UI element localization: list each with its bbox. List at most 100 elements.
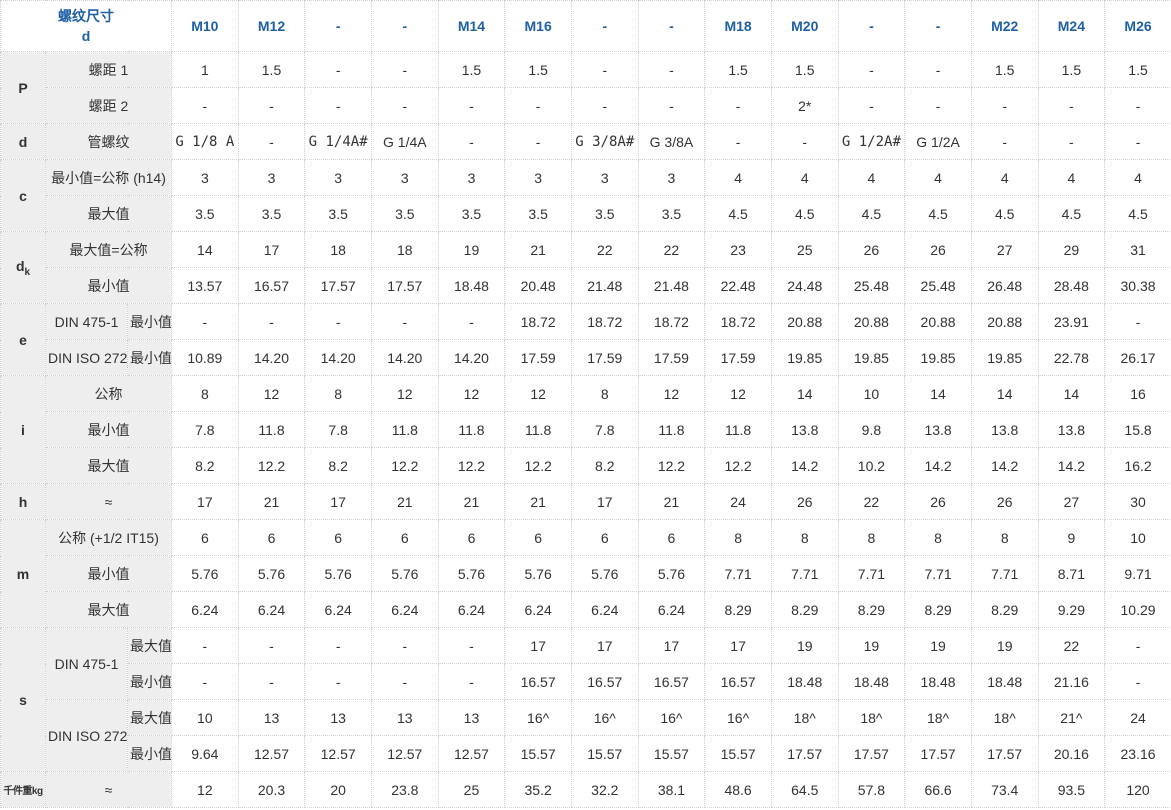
size-column-header: M22 (970, 0, 1039, 52)
table-cell: 12.2 (637, 447, 706, 484)
table-cell: 21 (237, 483, 306, 520)
table-cell: 18.48 (437, 267, 506, 304)
table-row: 最大值 8.2 12.2 8.2 12.2 12.2 12.2 8.2 12.2 12.2 14.… (1, 447, 1171, 484)
table-cell: 19 (437, 231, 506, 268)
table-row: h ≈ 17 21 17 21 21 21 17 21 24 26 22 26 26 27 30 (0, 483, 1171, 520)
table-cell: 22.48 (704, 267, 772, 304)
table-cell: 30.38 (1104, 267, 1171, 304)
table-cell: 6 (637, 519, 706, 556)
table-cell: 15.57 (704, 735, 772, 772)
size-column-header: M26 (1104, 0, 1171, 52)
table-cell: 1.5 (504, 51, 572, 88)
table-cell: - (570, 51, 639, 88)
table-cell: 11.8 (637, 411, 706, 448)
table-cell: 29 (1037, 231, 1106, 268)
table-cell: 18.72 (637, 303, 706, 340)
table-cell: - (171, 663, 239, 700)
corner-header: 螺纹尺寸 d (0, 0, 173, 52)
table-cell: 6 (171, 519, 239, 556)
table-cell: 17.57 (770, 735, 839, 772)
table-cell: 26 (837, 231, 906, 268)
table-cell: 17 (237, 231, 306, 268)
table-row: i 公称 8 12 8 12 12 12 8 12 12 14 10 14 14 14 16 (0, 375, 1171, 484)
table-cell: 15.57 (504, 735, 572, 772)
table-cell: - (770, 123, 839, 160)
table-cell: 20.88 (837, 303, 906, 340)
table-cell: 6.24 (304, 591, 372, 628)
row-label-h-approx: ≈ (44, 483, 173, 520)
table-cell: 19 (904, 627, 972, 664)
table-cell: 66.6 (904, 771, 972, 808)
table-cell: 14.20 (237, 339, 306, 376)
table-cell: 4.5 (1104, 195, 1171, 232)
table-cell: 24.48 (770, 267, 839, 304)
table-cell: 22.78 (1037, 339, 1106, 376)
table-cell: - (704, 87, 772, 124)
table-cell: 93.5 (1037, 771, 1106, 808)
table-cell: - (370, 87, 439, 124)
table-cell: 11.8 (704, 411, 772, 448)
row-label-e-diniso-min: 最小值 (126, 339, 173, 376)
table-cell: G 3/8A# (570, 123, 639, 160)
table-cell: - (1104, 123, 1171, 160)
table-cell: 4 (770, 159, 839, 196)
table-row: m 公称 (+1/2 IT15) 6 6 6 6 6 6 6 6 8 8 8 8 8 9 10 (0, 519, 1171, 628)
table-row: e DIN 475-1 最小值 - - - - -18.72 18.72 18.72 18.7… (0, 303, 1171, 376)
table-cell: 22 (637, 231, 706, 268)
table-cell: 17 (637, 627, 706, 664)
table-cell: 7.8 (570, 411, 639, 448)
table-cell: 22 (570, 231, 639, 268)
table-cell: 25.48 (837, 267, 906, 304)
table-cell: 7.8 (304, 411, 372, 448)
table-cell: 19.85 (904, 339, 972, 376)
table-cell: - (370, 663, 439, 700)
table-cell: 17.59 (504, 339, 572, 376)
table-cell: 13.57 (171, 267, 239, 304)
table-cell: 19.85 (770, 339, 839, 376)
table-cell: 14.2 (770, 447, 839, 484)
table-cell: 8 (837, 519, 906, 556)
row-label-pitch-1: 螺距 1 (44, 51, 173, 88)
table-cell: 38.1 (637, 771, 706, 808)
row-label-i-max: 最大值 (44, 447, 173, 484)
table-cell: - (171, 87, 239, 124)
table-row: 最小值 - - - - -16.57 16.57 16.57 16.57 18.48 18.48 1… (1, 663, 1171, 700)
table-cell: 3 (370, 159, 439, 196)
table-cell: 19 (837, 627, 906, 664)
size-column-header: - (370, 0, 439, 52)
table-cell: 22 (837, 483, 906, 520)
table-cell: G 1/4A# (304, 123, 372, 160)
table-cell: 23.16 (1104, 735, 1171, 772)
table-cell: - (171, 303, 239, 340)
table-cell: 12.2 (504, 447, 572, 484)
table-cell: 13.8 (904, 411, 972, 448)
table-cell: 12.57 (437, 735, 506, 772)
table-row: DIN ISO 272 最小值 10.89 14.20 14.20 14.20 14.2… (1, 339, 1171, 376)
table-cell: 3.5 (370, 195, 439, 232)
table-cell: 32.2 (570, 771, 639, 808)
table-cell: G 1/2A (904, 123, 972, 160)
table-cell: 3.5 (570, 195, 639, 232)
table-cell: 8.29 (904, 591, 972, 628)
table-cell: 8 (904, 519, 972, 556)
table-row: DIN ISO 272 最大值 10 13 13 13 13 16^ 16^ 16^ 16^ 18… (1, 699, 1171, 772)
table-cell: 4.5 (970, 195, 1039, 232)
group-d: d (0, 123, 46, 160)
table-row: 最小值 5.76 5.76 5.76 5.76 5.76 5.76 5.76 5.76 7.71… (1, 555, 1171, 592)
table-cell: 6.24 (237, 591, 306, 628)
table-cell: 19 (970, 627, 1039, 664)
table-cell: 10.89 (171, 339, 239, 376)
size-column-header: M10 (171, 0, 239, 52)
table-cell: - (171, 627, 239, 664)
table-cell: 4 (837, 159, 906, 196)
table-cell: 5.76 (504, 555, 572, 592)
table-cell: 31 (1104, 231, 1171, 268)
table-cell: 3.5 (437, 195, 506, 232)
table-cell: 1.5 (437, 51, 506, 88)
table-row: 最大值 6.24 6.24 6.24 6.24 6.24 6.24 6.24 6.24 8.29… (1, 591, 1171, 628)
table-cell: - (837, 87, 906, 124)
table-cell: 17.59 (704, 339, 772, 376)
table-cell: 9.8 (837, 411, 906, 448)
table-cell: 8.2 (570, 447, 639, 484)
table-cell: 8 (171, 375, 239, 412)
